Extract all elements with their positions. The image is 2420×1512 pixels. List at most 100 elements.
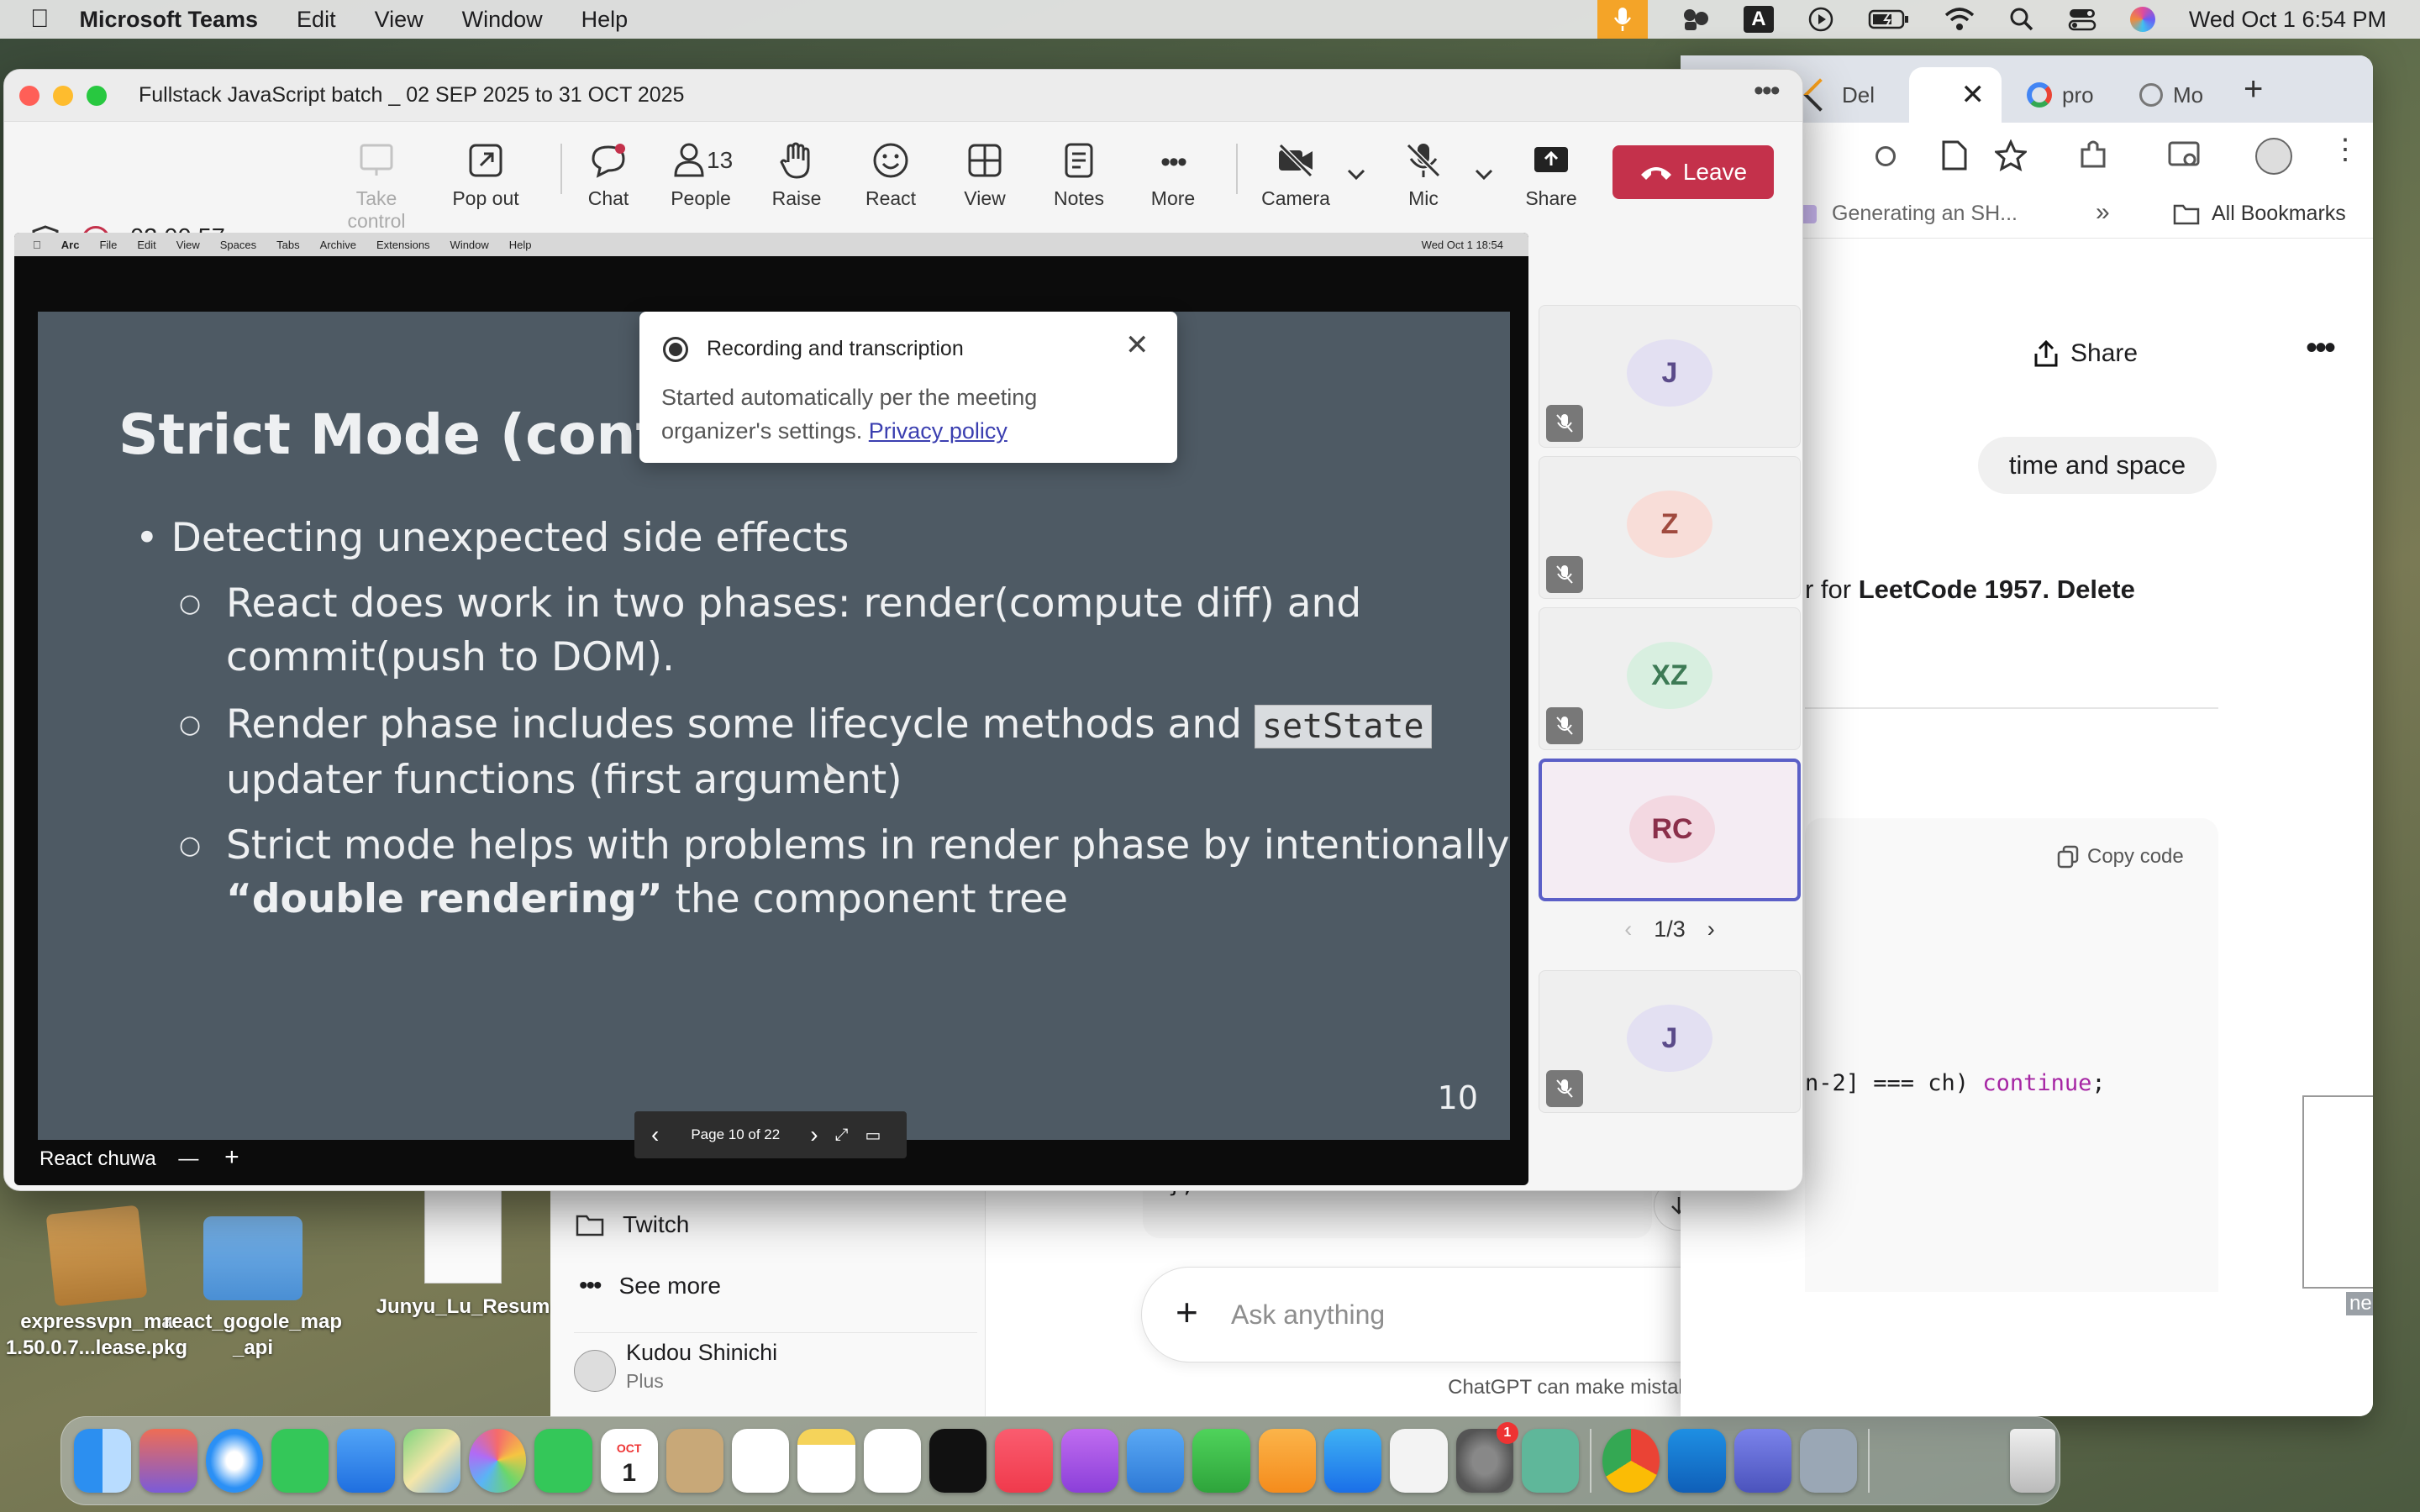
mic-in-use-icon[interactable] [1597, 0, 1648, 39]
mail-icon[interactable] [337, 1429, 395, 1493]
menu-window[interactable]: Window [462, 7, 543, 33]
notes-app-icon[interactable] [797, 1429, 855, 1493]
fullscreen-icon[interactable]: ⤢ [835, 1126, 849, 1145]
safari-icon[interactable] [205, 1429, 263, 1493]
settings-icon[interactable]: 1 [1455, 1422, 1518, 1493]
chrome-tab[interactable]: Del [1803, 67, 1909, 123]
finder-icon[interactable] [74, 1429, 132, 1493]
battery-icon[interactable] [1868, 8, 1910, 31]
chatgpt-icon[interactable] [1521, 1429, 1580, 1493]
all-bookmarks[interactable]: All Bookmarks [2173, 202, 2346, 226]
menu-help[interactable]: Help [581, 7, 629, 33]
desktop-icon-resume[interactable]: Junyu_Lu_Resum [366, 1184, 560, 1320]
menubar-clock[interactable]: Wed Oct 1 6:54 PM [2189, 7, 2386, 33]
calendar-icon[interactable]: OCT 1 [600, 1429, 658, 1493]
bookmarks-overflow-icon[interactable]: » [2096, 198, 2110, 227]
teams-icon[interactable] [1733, 1429, 1791, 1493]
textedit-icon[interactable] [1390, 1429, 1448, 1493]
launchpad-icon[interactable] [139, 1429, 197, 1493]
extensions-icon[interactable] [2077, 139, 2109, 171]
participant-initials: J [1661, 356, 1678, 389]
next-page-icon[interactable]: › [1707, 916, 1715, 942]
chatgpt-site-icon[interactable] [1876, 146, 1896, 166]
mic-options-chevron-icon[interactable] [1475, 169, 1493, 181]
minimized-window-thumbnail[interactable] [1881, 1429, 2002, 1493]
profile-avatar[interactable] [2255, 138, 2292, 175]
keynote-icon[interactable] [1127, 1429, 1185, 1493]
freeform-icon[interactable] [863, 1429, 922, 1493]
new-tab-icon[interactable]: + [2244, 71, 2263, 108]
control-center-icon[interactable] [2068, 7, 2096, 32]
facetime-icon[interactable] [534, 1429, 592, 1493]
music-icon[interactable] [995, 1429, 1053, 1493]
chrome-tab[interactable]: Mo [2139, 67, 2249, 123]
participant-initials: J [1661, 1021, 1678, 1054]
sidebar-item-twitch[interactable]: Twitch [576, 1211, 689, 1238]
add-attachment-icon[interactable]: + [1176, 1293, 1198, 1331]
trash-icon[interactable] [2009, 1429, 2055, 1493]
close-tab-icon[interactable]: ✕ [1961, 78, 1986, 112]
close-popover-icon[interactable]: ✕ [1125, 328, 1150, 362]
podcasts-icon[interactable] [1060, 1429, 1118, 1493]
bookmark-star-icon[interactable] [1995, 139, 2027, 171]
presenter-icon[interactable]: ▭ [865, 1125, 881, 1146]
presenter-menu-item: View [168, 238, 200, 251]
chrome-tab-title: Del [1842, 81, 1876, 108]
preview-icon[interactable] [1799, 1429, 1858, 1493]
apple-icon[interactable]:  [30, 5, 50, 34]
privacy-policy-link[interactable]: Privacy policy [869, 418, 1007, 444]
chat-input-placeholder[interactable]: Ask anything [1231, 1299, 1385, 1331]
media-play-icon[interactable] [1807, 6, 1834, 33]
wifi-icon[interactable] [1944, 7, 1975, 32]
participant-tile[interactable]: J [1539, 305, 1801, 448]
desktop-icon-react-map-folder[interactable]: react_gogole_map _api [156, 1210, 350, 1361]
contacts-icon[interactable] [666, 1429, 724, 1493]
presenter-menu-item: Tabs [268, 238, 299, 251]
siri-icon[interactable] [2129, 7, 2155, 32]
teams-status-icon[interactable] [1681, 7, 1710, 32]
minimize-window-button[interactable] [53, 86, 73, 106]
pages-icon[interactable] [1258, 1429, 1316, 1493]
reminders-icon[interactable] [732, 1429, 790, 1493]
previous-slide-icon[interactable]: ‹ [651, 1121, 659, 1148]
sidebar-item-label: Twitch [623, 1211, 690, 1237]
share-chat-button[interactable]: Share [2033, 339, 2138, 368]
participant-tile[interactable]: XZ [1539, 607, 1801, 750]
participant-tile-speaking[interactable]: RC [1539, 759, 1801, 901]
zoom-window-button[interactable] [87, 86, 107, 106]
messages-icon[interactable] [271, 1429, 329, 1493]
participant-tile[interactable]: J [1539, 970, 1801, 1113]
input-source-icon[interactable]: A [1743, 6, 1774, 33]
titlebar-more-icon[interactable]: ••• [1754, 75, 1781, 108]
conversation-options-icon[interactable]: ••• [2306, 329, 2336, 367]
sidebar-item-see-more[interactable]: ••• See more [579, 1272, 721, 1300]
slide-pager: ‹ Page 10 of 22 › ⤢ ▭ [634, 1111, 907, 1158]
close-window-button[interactable] [19, 86, 39, 106]
tv-icon[interactable] [929, 1429, 987, 1493]
sidebar-user[interactable]: Kudou Shinichi Plus [574, 1332, 977, 1408]
menubar-app-name[interactable]: Microsoft Teams [80, 7, 259, 33]
camera-options-chevron-icon[interactable] [1347, 169, 1365, 181]
menu-edit[interactable]: Edit [297, 7, 336, 33]
copy-code-button[interactable]: Copy code [2057, 845, 2184, 869]
tab-search-icon[interactable] [2168, 141, 2202, 170]
photos-icon[interactable] [468, 1429, 527, 1493]
page-icon[interactable] [1941, 139, 1968, 171]
bookmark-item[interactable]: Generating an SH... [1798, 202, 2018, 226]
next-slide-icon[interactable]: › [810, 1121, 818, 1148]
leave-button[interactable]: Leave [1612, 145, 1774, 199]
participant-tile[interactable]: Z [1539, 456, 1801, 599]
outlook-icon[interactable] [1668, 1429, 1726, 1493]
chrome-icon[interactable] [1602, 1429, 1660, 1493]
maps-icon[interactable] [402, 1429, 460, 1493]
chrome-tab[interactable]: pro [2027, 67, 2128, 123]
chrome-tab-active[interactable]: ✕ [1909, 67, 2002, 123]
spotlight-search-icon[interactable] [2009, 7, 2034, 32]
numbers-icon[interactable] [1192, 1429, 1250, 1493]
presenter-menu-item: Help [501, 238, 532, 251]
chrome-menu-icon[interactable]: ⋮ [2331, 133, 2360, 166]
menu-view[interactable]: View [375, 7, 424, 33]
previous-page-icon[interactable]: ‹ [1624, 916, 1632, 942]
appstore-icon[interactable] [1323, 1429, 1382, 1493]
avatar: RC [1629, 795, 1715, 863]
